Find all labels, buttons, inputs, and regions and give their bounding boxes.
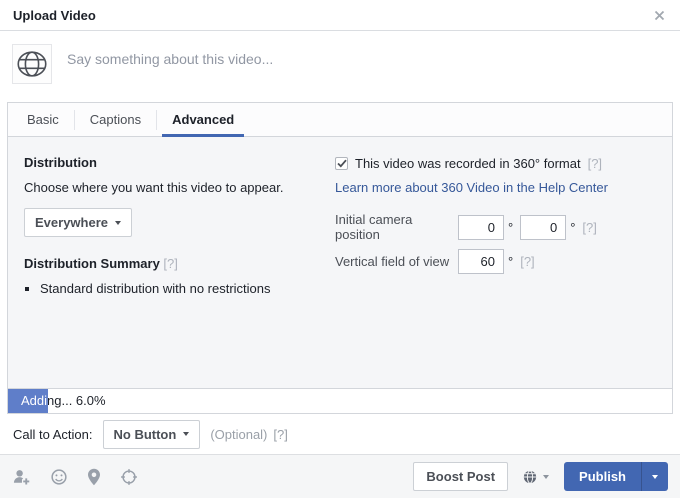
distribution-section: Distribution Choose where you want this …: [23, 152, 335, 373]
help-badge[interactable]: [?]: [273, 427, 287, 442]
check-icon: [336, 159, 347, 168]
tag-people-button[interactable]: [12, 468, 31, 486]
distribution-dropdown[interactable]: Everywhere: [24, 208, 132, 237]
publish-split-button: Publish: [564, 462, 668, 491]
tab-bar: Basic Captions Advanced: [8, 103, 672, 137]
vertical-fov-label: Vertical field of view: [335, 254, 450, 269]
camera-pan-input[interactable]: [458, 214, 504, 240]
tag-people-icon: [13, 469, 30, 484]
video-360-thumbnail: [12, 44, 52, 84]
tab-captions[interactable]: Captions: [75, 103, 156, 136]
privacy-selector[interactable]: [523, 469, 550, 484]
vertical-fov-row: Vertical field of view ° [?]: [335, 249, 657, 274]
degree-symbol: °: [570, 219, 576, 235]
call-to-action-row: Call to Action: No Button (Optional) [?]: [0, 414, 680, 454]
upload-settings-panel: Basic Captions Advanced Distribution Cho…: [7, 102, 673, 414]
upload-progress-bar: Adding... 6.0% Adding... 6.0%: [8, 388, 672, 413]
smiley-icon: [51, 468, 67, 485]
distribution-heading: Distribution: [24, 155, 97, 170]
initial-camera-label: Initial camera position: [335, 212, 413, 242]
dialog-header: Upload Video: [0, 0, 680, 31]
advanced-tab-content: Distribution Choose where you want this …: [8, 137, 672, 388]
video-360-section: This video was recorded in 360° format […: [335, 152, 657, 373]
location-pin-icon: [88, 468, 100, 485]
distribution-summary-heading: Distribution Summary [?]: [24, 256, 178, 271]
cta-dropdown[interactable]: No Button: [102, 419, 201, 449]
list-item: Standard distribution with no restrictio…: [40, 281, 335, 296]
chevron-down-icon: [183, 432, 190, 436]
cta-label: Call to Action:: [13, 426, 93, 442]
video-description-input[interactable]: [65, 44, 668, 68]
composer: [0, 31, 680, 102]
feeling-activity-button[interactable]: [50, 468, 68, 486]
tab-basic[interactable]: Basic: [12, 103, 74, 136]
help-center-link[interactable]: Learn more about 360 Video in the Help C…: [335, 180, 608, 195]
degree-symbol: °: [508, 254, 514, 269]
footer-toolbar: Boost Post Publish: [0, 454, 680, 498]
chevron-down-icon: [115, 220, 121, 225]
checkbox-360-label: This video was recorded in 360° format: [355, 156, 581, 171]
help-badge[interactable]: [?]: [588, 156, 602, 171]
help-badge[interactable]: [?]: [520, 254, 534, 269]
camera-tilt-input[interactable]: [520, 214, 567, 240]
tab-advanced[interactable]: Advanced: [157, 103, 249, 137]
close-icon: [654, 10, 665, 20]
publish-button[interactable]: Publish: [564, 462, 641, 491]
distribution-summary-list: Standard distribution with no restrictio…: [24, 281, 335, 296]
progress-label: Adding... 6.0%: [21, 393, 106, 408]
publish-options-button[interactable]: [641, 462, 668, 491]
help-badge[interactable]: [?]: [582, 220, 596, 235]
boost-post-button[interactable]: Boost Post: [413, 462, 509, 491]
globe-icon: [523, 469, 537, 484]
check-in-button[interactable]: [87, 468, 101, 486]
help-badge[interactable]: [?]: [163, 256, 177, 271]
chevron-down-icon: [543, 474, 550, 479]
degree-symbol: °: [508, 219, 514, 235]
page-title: Upload Video: [13, 7, 96, 23]
close-button[interactable]: [652, 8, 667, 23]
crosshair-icon: [121, 468, 137, 485]
chevron-down-icon: [652, 474, 658, 479]
sphere-360-icon: [17, 51, 47, 77]
recorded-360-row: This video was recorded in 360° format […: [335, 156, 657, 171]
initial-camera-position-row: Initial camera position ° ° [?]: [335, 212, 657, 242]
crosshair-360-button[interactable]: [120, 468, 138, 486]
vertical-fov-input[interactable]: [458, 249, 504, 274]
cta-optional-text: (Optional): [210, 426, 268, 442]
checkbox-360[interactable]: [335, 157, 348, 170]
progress-fill: Adding... 6.0%: [8, 389, 48, 413]
distribution-description: Choose where you want this video to appe…: [24, 180, 284, 195]
progress-label-overlay: Adding... 6.0%: [21, 393, 48, 408]
